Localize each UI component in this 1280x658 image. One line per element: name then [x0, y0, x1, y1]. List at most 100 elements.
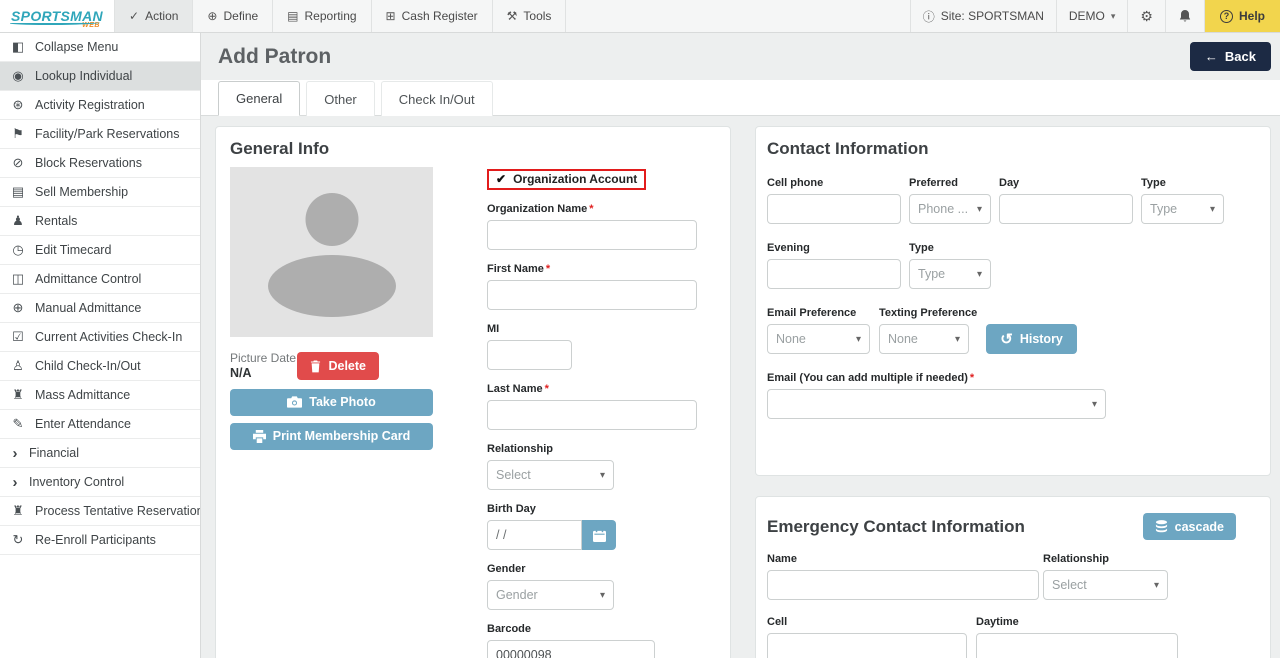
sidebar-item-mass-admittance[interactable]: ♜ Mass Admittance: [0, 381, 200, 410]
first-name-label: First Name*: [487, 263, 699, 275]
take-photo-button[interactable]: Take Photo: [230, 389, 433, 416]
organization-account-checkbox[interactable]: ✔ Organization Account: [487, 169, 646, 190]
first-name-input[interactable]: [487, 280, 697, 310]
chevron-down-icon: ▾: [1154, 580, 1159, 591]
last-name-label: Last Name*: [487, 383, 699, 395]
emergency-relationship-select[interactable]: Select ▾: [1043, 570, 1168, 600]
emergency-name-input[interactable]: [767, 570, 1039, 600]
person-icon: ♟: [10, 213, 26, 229]
camera-icon: [287, 396, 302, 408]
calendar-button[interactable]: [582, 520, 616, 550]
help-button[interactable]: ? Help: [1204, 0, 1280, 32]
help-label: Help: [1239, 9, 1265, 23]
nav-cash-register[interactable]: ⊞ Cash Register: [371, 0, 492, 32]
emergency-daytime-label: Daytime: [976, 616, 1178, 628]
sidebar-item-lookup-individual[interactable]: ◉ Lookup Individual: [0, 62, 200, 91]
email-preference-select[interactable]: None ▾: [767, 324, 870, 354]
gear-icon: ⚙: [1140, 8, 1153, 25]
sidebar-item-current-activities-check-in[interactable]: ☑ Current Activities Check-In: [0, 323, 200, 352]
cell-phone-input[interactable]: [767, 194, 901, 224]
sidebar-label: Lookup Individual: [35, 69, 132, 83]
sidebar-label: Rentals: [35, 214, 77, 228]
emergency-contact-panel: Emergency Contact Information cascade Na…: [755, 496, 1271, 658]
nav-tools[interactable]: ⚒ Tools: [492, 0, 567, 32]
day-phone-input[interactable]: [999, 194, 1133, 224]
sidebar-label: Current Activities Check-In: [35, 330, 182, 344]
relationship-select[interactable]: Select ▾: [487, 460, 614, 490]
delete-photo-button[interactable]: Delete: [297, 352, 379, 380]
nav-action[interactable]: ✓ Action: [114, 0, 192, 32]
birth-day-input[interactable]: [487, 520, 582, 550]
gender-label: Gender: [487, 563, 699, 575]
contact-information-heading: Contact Information: [767, 139, 1256, 159]
required-marker: *: [545, 383, 549, 395]
sidebar-label: Inventory Control: [29, 475, 124, 489]
sidebar-item-collapse-menu[interactable]: ◧ Collapse Menu: [0, 33, 200, 62]
chevron-down-icon: ▾: [600, 590, 605, 601]
preferred-select[interactable]: Phone ... ▾: [909, 194, 991, 224]
sidebar-item-enter-attendance[interactable]: ✎ Enter Attendance: [0, 410, 200, 439]
barcode-label: Barcode: [487, 623, 699, 635]
plus-circle-icon: ⊕: [207, 9, 217, 23]
sidebar-item-facility-park-reservations[interactable]: ⚑ Facility/Park Reservations: [0, 120, 200, 149]
emergency-daytime-input[interactable]: [976, 633, 1178, 658]
content-area: General Info Picture Date N/A: [201, 116, 1280, 658]
building-icon: ♜: [10, 503, 26, 519]
question-icon: ?: [1220, 10, 1233, 23]
sidebar-item-activity-registration[interactable]: ⊛ Activity Registration: [0, 91, 200, 120]
texting-preference-select[interactable]: None ▾: [879, 324, 969, 354]
gender-select[interactable]: Gender ▾: [487, 580, 614, 610]
tab-other[interactable]: Other: [306, 81, 375, 116]
emergency-cell-input[interactable]: [767, 633, 967, 658]
relationship-label: Relationship: [487, 443, 699, 455]
organization-name-input[interactable]: [487, 220, 697, 250]
settings-button[interactable]: ⚙: [1127, 0, 1165, 32]
general-info-panel: General Info Picture Date N/A: [215, 126, 731, 658]
email-select[interactable]: ▾: [767, 389, 1106, 419]
contact-information-panel: Contact Information Cell phone Preferred…: [755, 126, 1271, 476]
sidebar-item-admittance-control[interactable]: ◫ Admittance Control: [0, 265, 200, 294]
sidebar-item-rentals[interactable]: ♟ Rentals: [0, 207, 200, 236]
sidebar-item-process-tentative-reservations[interactable]: ♜ Process Tentative Reservations: [0, 497, 200, 526]
nav-action-label: Action: [145, 9, 178, 23]
nav-define[interactable]: ⊕ Define: [192, 0, 272, 32]
barcode-input[interactable]: [487, 640, 655, 658]
photo-column: Picture Date N/A Delete: [230, 167, 433, 658]
nav-reporting[interactable]: ▤ Reporting: [272, 0, 370, 32]
print-membership-card-button[interactable]: Print Membership Card: [230, 423, 433, 450]
tab-general[interactable]: General: [218, 81, 300, 116]
sidebar-item-financial[interactable]: › Financial: [0, 439, 200, 468]
environment-dropdown[interactable]: DEMO ▾: [1056, 0, 1128, 32]
sidebar-item-child-check-in-out[interactable]: ♙ Child Check-In/Out: [0, 352, 200, 381]
take-photo-label: Take Photo: [309, 395, 375, 409]
sidebar-label: Block Reservations: [35, 156, 142, 170]
calendar-icon: [593, 529, 606, 542]
membership-card-icon: ▤: [10, 184, 26, 200]
evening-type-select[interactable]: Type ▾: [909, 259, 991, 289]
site-indicator[interactable]: ⓘ Site: SPORTSMAN: [910, 0, 1056, 32]
sidebar-item-block-reservations[interactable]: ⊘ Block Reservations: [0, 149, 200, 178]
back-button[interactable]: ← Back: [1190, 42, 1271, 71]
organization-name-label: Organization Name*: [487, 203, 699, 215]
right-column: Contact Information Cell phone Preferred…: [755, 126, 1271, 658]
sidebar-item-sell-membership[interactable]: ▤ Sell Membership: [0, 178, 200, 207]
picture-date-value: N/A: [230, 366, 296, 382]
sidebar-item-re-enroll-participants[interactable]: ↻ Re-Enroll Participants: [0, 526, 200, 555]
sidebar-item-edit-timecard[interactable]: ◷ Edit Timecard: [0, 236, 200, 265]
tab-check-in-out[interactable]: Check In/Out: [381, 81, 493, 116]
app-logo[interactable]: SPORTSMAN WEB: [0, 0, 114, 32]
day-type-select[interactable]: Type ▾: [1141, 194, 1224, 224]
cascade-button[interactable]: cascade: [1143, 513, 1236, 540]
last-name-input[interactable]: [487, 400, 697, 430]
history-icon: ↺: [1000, 332, 1013, 347]
nav-tools-label: Tools: [523, 9, 551, 23]
print-membership-card-label: Print Membership Card: [273, 429, 411, 443]
evening-phone-input[interactable]: [767, 259, 901, 289]
sidebar-item-inventory-control[interactable]: › Inventory Control: [0, 468, 200, 497]
mi-input[interactable]: [487, 340, 572, 370]
people-icon: ◫: [10, 271, 26, 287]
person-circle-icon: ◉: [10, 68, 26, 84]
notifications-button[interactable]: [1165, 0, 1204, 32]
history-button[interactable]: ↺ History: [986, 324, 1077, 354]
sidebar-item-manual-admittance[interactable]: ⊕ Manual Admittance: [0, 294, 200, 323]
